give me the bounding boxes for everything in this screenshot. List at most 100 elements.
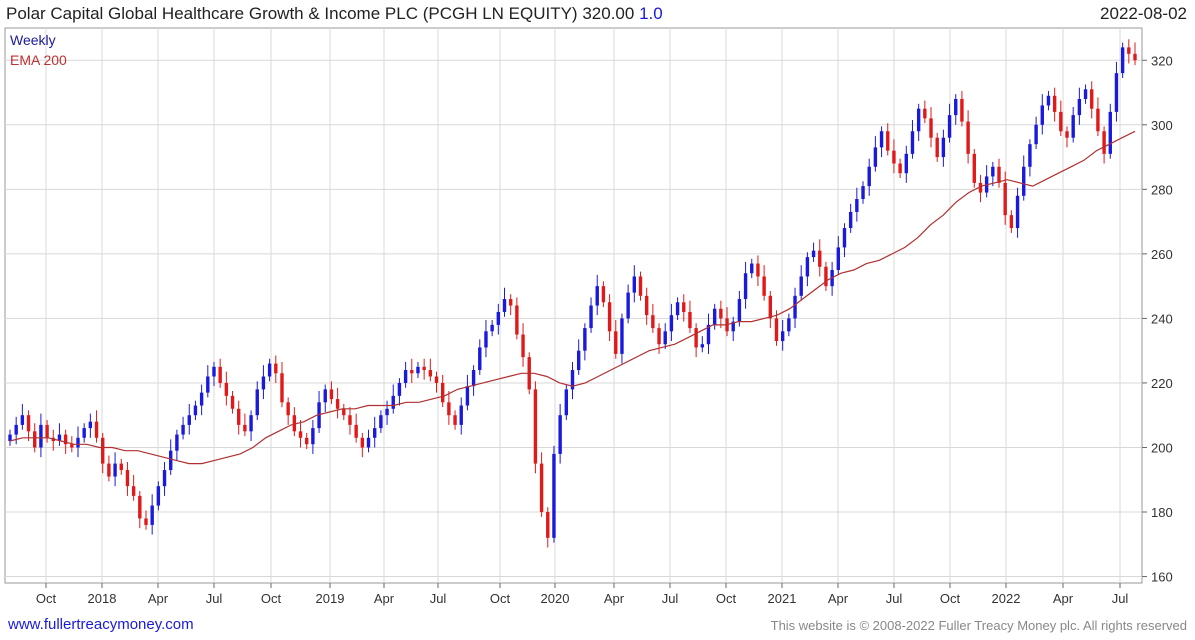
candle-down xyxy=(218,366,222,383)
x-tick-label: Apr xyxy=(604,591,625,606)
candle-down xyxy=(972,153,976,183)
candle-up xyxy=(88,421,93,429)
y-tick-label: 220 xyxy=(1151,376,1173,391)
candle-up xyxy=(366,437,371,448)
candle-up xyxy=(669,315,674,332)
candle-down xyxy=(125,470,130,487)
candle-up xyxy=(311,428,315,445)
candle-down xyxy=(607,302,612,332)
candle-up xyxy=(1034,124,1038,145)
candle-up xyxy=(848,211,853,229)
candle-up xyxy=(910,131,915,154)
candle-down xyxy=(131,486,136,496)
x-tick-label: 2021 xyxy=(768,591,797,606)
candle-down xyxy=(1102,131,1106,154)
candle-down xyxy=(515,305,519,335)
candle-up xyxy=(1015,195,1020,229)
candle-down xyxy=(929,118,933,138)
candle-up xyxy=(8,434,12,442)
candle-up xyxy=(502,299,507,312)
x-tick-label: Jul xyxy=(206,591,223,606)
candle-up xyxy=(150,505,154,525)
candle-down xyxy=(440,382,445,403)
candle-down xyxy=(348,415,352,425)
candle-down xyxy=(508,299,513,306)
candle-up xyxy=(861,186,865,200)
x-tick-label: 2018 xyxy=(88,591,117,606)
candle-up xyxy=(595,286,599,306)
y-tick-label: 300 xyxy=(1151,118,1173,133)
candle-up xyxy=(750,263,754,274)
candle-up xyxy=(663,331,667,345)
candle-down xyxy=(601,286,606,303)
candle-down xyxy=(768,295,773,319)
candle-down xyxy=(243,424,247,432)
candle-up xyxy=(1028,144,1032,167)
candle-down xyxy=(138,495,142,519)
candle-up xyxy=(181,424,185,435)
candle-up xyxy=(261,376,266,390)
x-tick-label: Jul xyxy=(430,591,447,606)
candle-down xyxy=(119,463,123,471)
x-tick-label: 2022 xyxy=(992,591,1021,606)
y-tick-label: 320 xyxy=(1151,53,1173,68)
candle-up xyxy=(82,428,86,438)
price-chart: 160 180 200 220 240 260 280 300 320 Oct 2018 Apr Jul… xyxy=(4,27,1173,606)
candle-down xyxy=(453,415,457,425)
candle-up xyxy=(873,147,878,167)
candle-down xyxy=(682,302,686,312)
candle-down xyxy=(1065,131,1069,138)
ema-line xyxy=(9,130,1136,465)
candle-up xyxy=(193,405,198,416)
candle-down xyxy=(422,366,426,371)
candle-up xyxy=(156,486,161,506)
candle-down xyxy=(614,331,618,354)
candle-down xyxy=(533,389,538,464)
candle-down xyxy=(1009,215,1014,229)
x-tick-label: Oct xyxy=(36,591,57,606)
candle-down xyxy=(447,402,451,416)
candle-down xyxy=(1096,108,1100,132)
candle-up xyxy=(879,131,884,148)
candle-up xyxy=(583,328,587,351)
candle-down xyxy=(935,137,939,158)
x-tick-label: Apr xyxy=(148,591,169,606)
candle-down xyxy=(1052,95,1057,112)
candle-up xyxy=(805,257,810,277)
candle-up xyxy=(255,389,259,416)
candle-up xyxy=(1083,89,1088,99)
candle-down xyxy=(966,121,970,154)
candle-up xyxy=(1071,115,1075,138)
candle-up xyxy=(589,305,593,329)
x-tick-label: 2020 xyxy=(541,591,570,606)
x-tick-label: Oct xyxy=(716,591,737,606)
candle-down xyxy=(144,518,148,525)
candle-up xyxy=(14,424,18,435)
candle-down xyxy=(237,408,241,425)
x-tick-label: Jul xyxy=(662,591,679,606)
y-tick-label: 180 xyxy=(1151,505,1173,520)
candle-down xyxy=(101,437,105,464)
candle-up xyxy=(249,415,253,432)
candle-up xyxy=(76,437,80,448)
x-tick-label: Apr xyxy=(828,591,849,606)
y-tick-label: 240 xyxy=(1151,311,1173,326)
candle-up xyxy=(403,370,408,383)
candle-down xyxy=(305,437,309,445)
candle-up xyxy=(947,115,952,138)
candle-up xyxy=(700,344,705,348)
candle-down xyxy=(230,395,235,409)
candle-up xyxy=(484,331,488,348)
candle-up xyxy=(199,392,204,406)
candle-down xyxy=(892,150,896,164)
candle-down xyxy=(539,463,544,513)
candle-down xyxy=(354,424,358,438)
candle-up xyxy=(465,386,470,406)
candle-up xyxy=(187,415,191,425)
candle-down xyxy=(644,295,649,316)
candle-down xyxy=(274,363,278,374)
candle-up xyxy=(626,292,630,319)
x-tick-label: Oct xyxy=(940,591,961,606)
website-link[interactable]: www.fullertreacymoney.com xyxy=(8,616,194,633)
candle-up xyxy=(1108,111,1112,154)
